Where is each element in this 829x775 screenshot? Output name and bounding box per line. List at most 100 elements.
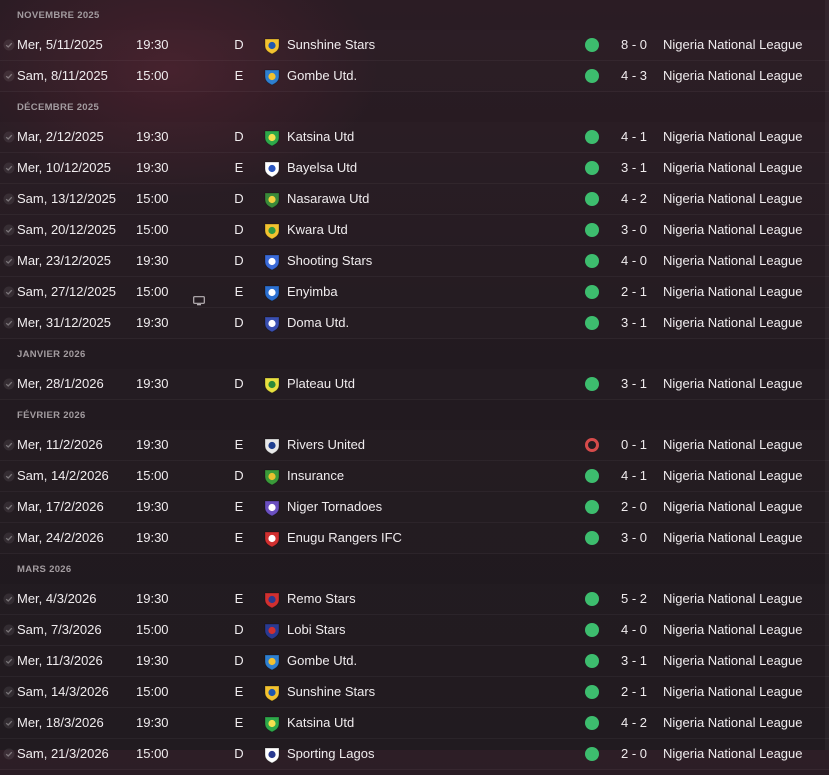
fixture-row[interactable]: Mar, 23/12/2025 19:30 D Shooting Stars 4… bbox=[0, 246, 829, 277]
fixture-row[interactable]: Sam, 14/3/2026 15:00 E Sunshine Stars 2 … bbox=[0, 677, 829, 708]
fixture-time: 15:00 bbox=[136, 746, 169, 761]
fixture-score[interactable]: 2 - 0 bbox=[606, 739, 662, 769]
fixture-score[interactable]: 2 - 1 bbox=[606, 277, 662, 307]
fixture-row[interactable]: Sam, 21/3/2026 15:00 D Sporting Lagos 2 … bbox=[0, 739, 829, 770]
win-indicator-icon bbox=[585, 623, 599, 637]
fixture-score[interactable]: 3 - 0 bbox=[606, 215, 662, 245]
fixture-score[interactable]: 3 - 1 bbox=[606, 369, 662, 399]
opponent-name[interactable]: Enyimba bbox=[287, 277, 338, 307]
fixture-row[interactable]: Sam, 8/11/2025 15:00 E Gombe Utd. 4 - 3 … bbox=[0, 61, 829, 92]
competition-name[interactable]: Nigeria National League bbox=[663, 430, 802, 460]
fixture-row[interactable]: Mar, 2/12/2025 19:30 D Katsina Utd 4 - 1… bbox=[0, 122, 829, 153]
fixture-venue: D bbox=[234, 37, 244, 52]
competition-name[interactable]: Nigeria National League bbox=[663, 184, 802, 214]
fixture-row[interactable]: Sam, 13/12/2025 15:00 D Nasarawa Utd 4 -… bbox=[0, 184, 829, 215]
fixture-score[interactable]: 3 - 1 bbox=[606, 646, 662, 676]
fixture-row[interactable]: Mer, 11/2/2026 19:30 E Rivers United 0 -… bbox=[0, 430, 829, 461]
opponent-name[interactable]: Kwara Utd bbox=[287, 215, 348, 245]
fixture-score[interactable]: 3 - 1 bbox=[606, 153, 662, 183]
opponent-name[interactable]: Niger Tornadoes bbox=[287, 492, 382, 522]
opponent-name[interactable]: Enugu Rangers IFC bbox=[287, 523, 402, 553]
club-crest-icon bbox=[263, 36, 281, 55]
win-indicator-icon bbox=[585, 592, 599, 606]
competition-name[interactable]: Nigeria National League bbox=[663, 646, 802, 676]
opponent-name[interactable]: Doma Utd. bbox=[287, 308, 349, 338]
fixture-row[interactable]: Mer, 28/1/2026 19:30 D Plateau Utd 3 - 1… bbox=[0, 369, 829, 400]
opponent-name[interactable]: Shooting Stars bbox=[287, 246, 372, 276]
fixture-time: 15:00 bbox=[136, 191, 169, 206]
fixture-row[interactable]: Mer, 18/3/2026 19:30 E Katsina Utd 4 - 2… bbox=[0, 708, 829, 739]
fixture-row[interactable]: Sam, 14/2/2026 15:00 D Insurance 4 - 1 N… bbox=[0, 461, 829, 492]
opponent-name[interactable]: Nasarawa Utd bbox=[287, 184, 369, 214]
competition-name[interactable]: Nigeria National League bbox=[663, 492, 802, 522]
fixture-row[interactable]: Sam, 27/12/2025 15:00 E Enyimba 2 - 1 Ni… bbox=[0, 277, 829, 308]
fixture-score[interactable]: 3 - 0 bbox=[606, 523, 662, 553]
fixture-time: 19:30 bbox=[136, 315, 169, 330]
opponent-name[interactable]: Katsina Utd bbox=[287, 122, 354, 152]
opponent-name[interactable]: Sunshine Stars bbox=[287, 30, 375, 60]
fixture-date: Sam, 14/3/2026 bbox=[17, 684, 109, 699]
fixture-row[interactable]: Mer, 31/12/2025 19:30 D Doma Utd. 3 - 1 … bbox=[0, 308, 829, 339]
fixture-score[interactable]: 3 - 1 bbox=[606, 308, 662, 338]
competition-name[interactable]: Nigeria National League bbox=[663, 708, 802, 738]
competition-name[interactable]: Nigeria National League bbox=[663, 739, 802, 769]
scrollbar[interactable] bbox=[825, 0, 829, 750]
fixture-row[interactable]: Mer, 5/11/2025 19:30 D Sunshine Stars 8 … bbox=[0, 30, 829, 61]
fixture-score[interactable]: 4 - 2 bbox=[606, 184, 662, 214]
fixture-time: 19:30 bbox=[136, 591, 169, 606]
fixture-score[interactable]: 4 - 1 bbox=[606, 122, 662, 152]
opponent-name[interactable]: Sporting Lagos bbox=[287, 739, 374, 769]
fixture-row[interactable]: Mer, 4/3/2026 19:30 E Remo Stars 5 - 2 N… bbox=[0, 584, 829, 615]
fixture-venue: D bbox=[234, 129, 244, 144]
competition-name[interactable]: Nigeria National League bbox=[663, 677, 802, 707]
opponent-name[interactable]: Rivers United bbox=[287, 430, 365, 460]
opponent-name[interactable]: Remo Stars bbox=[287, 584, 356, 614]
club-crest-icon bbox=[263, 467, 281, 486]
competition-name[interactable]: Nigeria National League bbox=[663, 461, 802, 491]
opponent-name[interactable]: Gombe Utd. bbox=[287, 61, 357, 91]
opponent-name[interactable]: Insurance bbox=[287, 461, 344, 491]
competition-name[interactable]: Nigeria National League bbox=[663, 246, 802, 276]
competition-name[interactable]: Nigeria National League bbox=[663, 308, 802, 338]
opponent-name[interactable]: Bayelsa Utd bbox=[287, 153, 357, 183]
competition-name[interactable]: Nigeria National League bbox=[663, 615, 802, 645]
opponent-name[interactable]: Lobi Stars bbox=[287, 615, 346, 645]
competition-name[interactable]: Nigeria National League bbox=[663, 153, 802, 183]
win-indicator-icon bbox=[585, 716, 599, 730]
fixture-row[interactable]: Sam, 7/3/2026 15:00 D Lobi Stars 4 - 0 N… bbox=[0, 615, 829, 646]
fixture-venue: E bbox=[234, 591, 244, 606]
fixture-row[interactable]: Sam, 20/12/2025 15:00 D Kwara Utd 3 - 0 … bbox=[0, 215, 829, 246]
fixture-venue: E bbox=[234, 68, 244, 83]
fixture-score[interactable]: 4 - 2 bbox=[606, 708, 662, 738]
competition-name[interactable]: Nigeria National League bbox=[663, 369, 802, 399]
competition-name[interactable]: Nigeria National League bbox=[663, 61, 802, 91]
competition-name[interactable]: Nigeria National League bbox=[663, 215, 802, 245]
competition-name[interactable]: Nigeria National League bbox=[663, 277, 802, 307]
competition-name[interactable]: Nigeria National League bbox=[663, 122, 802, 152]
fixture-time: 15:00 bbox=[136, 284, 169, 299]
fixture-score[interactable]: 2 - 1 bbox=[606, 677, 662, 707]
opponent-name[interactable]: Plateau Utd bbox=[287, 369, 355, 399]
fixture-score[interactable]: 2 - 0 bbox=[606, 492, 662, 522]
opponent-name[interactable]: Katsina Utd bbox=[287, 708, 354, 738]
win-indicator-icon bbox=[585, 223, 599, 237]
fixture-score[interactable]: 4 - 1 bbox=[606, 461, 662, 491]
fixture-score[interactable]: 8 - 0 bbox=[606, 30, 662, 60]
loss-indicator-icon bbox=[585, 438, 599, 452]
club-crest-icon bbox=[263, 652, 281, 671]
competition-name[interactable]: Nigeria National League bbox=[663, 30, 802, 60]
played-check-icon bbox=[3, 717, 15, 729]
fixture-row[interactable]: Mer, 10/12/2025 19:30 E Bayelsa Utd 3 - … bbox=[0, 153, 829, 184]
opponent-name[interactable]: Sunshine Stars bbox=[287, 677, 375, 707]
fixture-row[interactable]: Mer, 11/3/2026 19:30 D Gombe Utd. 3 - 1 … bbox=[0, 646, 829, 677]
fixture-score[interactable]: 4 - 0 bbox=[606, 246, 662, 276]
fixture-score[interactable]: 4 - 0 bbox=[606, 615, 662, 645]
fixture-score[interactable]: 0 - 1 bbox=[606, 430, 662, 460]
fixture-row[interactable]: Mar, 17/2/2026 19:30 E Niger Tornadoes 2… bbox=[0, 492, 829, 523]
fixture-row[interactable]: Mar, 24/2/2026 19:30 E Enugu Rangers IFC… bbox=[0, 523, 829, 554]
competition-name[interactable]: Nigeria National League bbox=[663, 584, 802, 614]
competition-name[interactable]: Nigeria National League bbox=[663, 523, 802, 553]
fixture-score[interactable]: 4 - 3 bbox=[606, 61, 662, 91]
fixture-score[interactable]: 5 - 2 bbox=[606, 584, 662, 614]
opponent-name[interactable]: Gombe Utd. bbox=[287, 646, 357, 676]
